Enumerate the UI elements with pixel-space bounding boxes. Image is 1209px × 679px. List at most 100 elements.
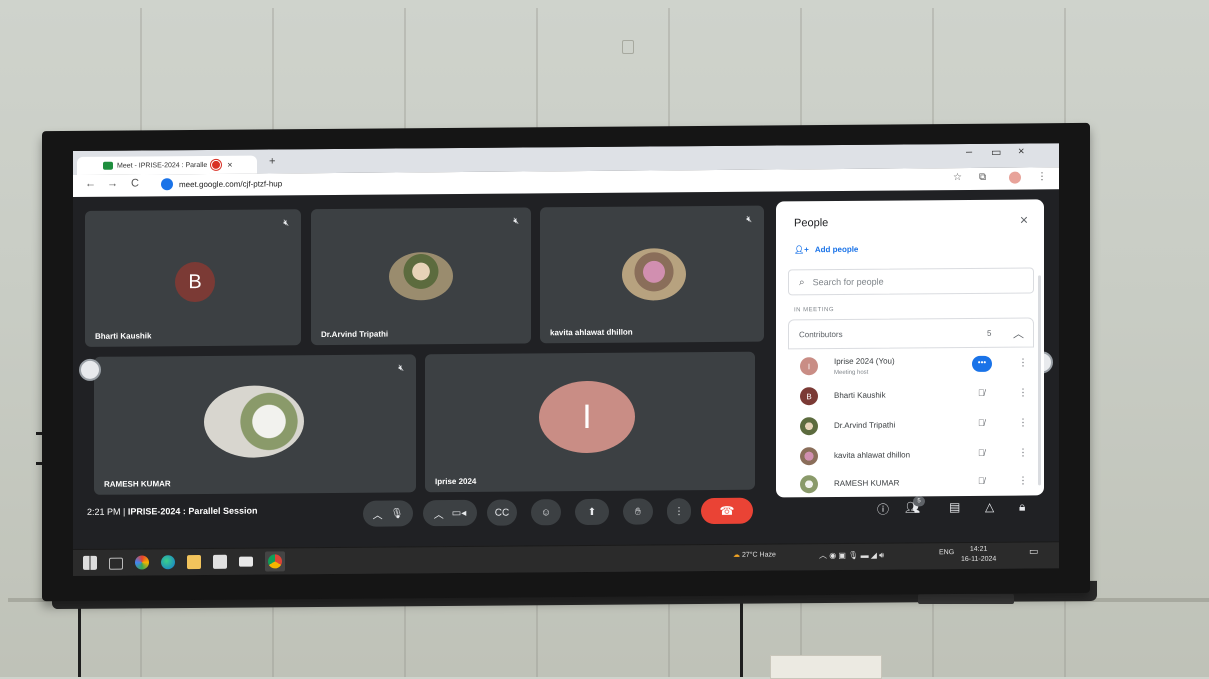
more-options-icon[interactable]: ⋮ <box>1018 387 1028 398</box>
tray-icons[interactable]: ︿ ◉ ▣ 🎙︎ ▬ ◢ 🔊︎ <box>819 550 884 562</box>
participant-row[interactable]: kavita ahlawat dhillon 🎙̸ ⋮ <box>788 439 1032 471</box>
more-options-icon[interactable]: ⋮ <box>1018 357 1028 368</box>
more-options-icon[interactable]: ⋮ <box>1018 475 1028 486</box>
notifications-icon[interactable]: ▭ <box>1029 546 1038 557</box>
microphone-icon: 🎙︎ <box>390 507 404 520</box>
present-button[interactable]: ⬆ <box>575 498 609 526</box>
participant-row[interactable]: Dr.Arvind Tripathi 🎙̸ ⋮ <box>788 409 1032 441</box>
lock-person-icon: 🔒︎ <box>1019 499 1026 514</box>
meeting-info: 2:21 PM | IPRISE-2024 : Parallel Session <box>87 506 257 517</box>
taskbar-clock[interactable]: 14:21 16-11-2024 <box>961 545 996 565</box>
participant-row-name: kavita ahlawat dhillon <box>834 450 911 461</box>
section-label: IN MEETING <box>794 307 835 314</box>
wall-hook <box>622 40 634 54</box>
participant-tile[interactable]: 🔇︎ B Bharti Kaushik <box>85 209 301 347</box>
url-text: meet.google.com/cjf-ptzf-hup <box>179 178 283 189</box>
mic-off-icon: 🔇︎ <box>746 213 752 224</box>
participant-tile[interactable]: 🔇︎ RAMESH KUMAR <box>94 354 416 495</box>
window-close-button[interactable]: × <box>1018 146 1024 158</box>
present-screen-icon: ⬆ <box>587 506 597 518</box>
group-count: 5 <box>987 328 992 338</box>
tab-meet[interactable]: Meet - IPRISE-2024 : Paralle × <box>77 155 257 175</box>
forward-button[interactable]: → <box>107 178 118 190</box>
meeting-time: 2:21 PM <box>87 506 121 517</box>
search-icon: ⌕ <box>799 276 805 288</box>
activities-button[interactable]: △ <box>985 500 994 514</box>
participant-avatar: B <box>800 387 818 406</box>
hand-icon: ✋︎ <box>635 506 641 518</box>
participant-role: Meeting host <box>834 369 869 377</box>
tv-screen: ⌄ Meet - IPRISE-2024 : Paralle × + – ▭ ×… <box>73 143 1059 577</box>
new-tab-button[interactable]: + <box>269 155 275 167</box>
camera-button[interactable]: ︿ ▭◂ <box>423 499 477 527</box>
video-camera-icon: ▭◂ <box>451 507 467 519</box>
participant-photo <box>204 385 304 458</box>
participant-row[interactable]: B Bharti Kaushik 🎙̸ ⋮ <box>788 379 1032 411</box>
colorful-app-icon[interactable] <box>135 555 149 570</box>
recording-indicator-icon <box>211 159 222 170</box>
participant-name: kavita ahlawat dhillon <box>550 327 633 338</box>
more-options-icon[interactable]: ⋮ <box>1018 417 1028 428</box>
participant-tile[interactable]: 🔇︎ kavita ahlawat dhillon <box>540 205 764 344</box>
chevron-up-icon[interactable]: ︿ <box>434 506 444 521</box>
mail-icon[interactable] <box>239 556 253 567</box>
reactions-button[interactable]: ☺ <box>531 499 561 526</box>
task-view-icon[interactable] <box>109 557 123 570</box>
restore-button[interactable]: ▭ <box>991 146 1001 159</box>
language-indicator[interactable]: ENG <box>939 549 954 556</box>
participant-tile[interactable]: I Iprise 2024 <box>425 351 755 493</box>
more-options-icon[interactable]: ⋮ <box>1018 447 1028 458</box>
meeting-separator: | <box>123 506 126 517</box>
edge-icon[interactable] <box>161 555 175 570</box>
people-panel: People × 👤︎+ Add people ⌕ Search for peo… <box>776 199 1044 498</box>
chevron-up-icon[interactable]: ︿ <box>373 506 383 521</box>
participant-tile[interactable]: 🔇︎ Dr.Arvind Tripathi <box>311 207 531 346</box>
meeting-details-button[interactable]: ⓘ <box>877 501 889 518</box>
raise-hand-button[interactable]: ✋︎ <box>623 498 653 525</box>
search-people-input[interactable]: ⌕ Search for people <box>788 267 1034 296</box>
tab-title: Meet - IPRISE-2024 : Paralle <box>117 161 208 170</box>
windows-start-icon[interactable] <box>83 555 97 570</box>
minimize-button[interactable]: – <box>966 146 972 158</box>
store-icon[interactable] <box>213 554 227 569</box>
extensions-icon[interactable]: ⧉ <box>979 172 986 183</box>
participant-name: Bharti Kaushik <box>95 331 152 341</box>
site-info-icon[interactable] <box>161 178 173 191</box>
people-button[interactable]: 5 👥︎ <box>905 496 925 514</box>
drag-handle-left[interactable] <box>79 358 101 381</box>
panel-close-button[interactable]: × <box>1020 211 1028 227</box>
activities-icon: △ <box>985 499 995 514</box>
reload-button[interactable]: C <box>131 177 139 189</box>
chevron-up-icon: ︿ <box>1013 328 1024 341</box>
chrome-taskbar-button[interactable] <box>265 551 285 572</box>
speaking-indicator-icon: ••• <box>972 355 992 372</box>
clock-time: 14:21 <box>969 545 988 553</box>
weather-widget[interactable]: ☁︎ 27°C Haze <box>733 550 776 558</box>
wall-switchboard <box>770 655 882 679</box>
host-controls-button[interactable]: 🔒︎ <box>1019 500 1025 515</box>
participant-row[interactable]: I Iprise 2024 (You) Meeting host ••• ⋮ <box>788 349 1032 381</box>
mic-off-icon: 🎙̸ <box>978 417 985 428</box>
contributors-group-header[interactable]: Contributors 5 ︿ <box>788 317 1034 350</box>
participant-photo <box>389 252 453 301</box>
bookmark-star-icon[interactable]: ☆ <box>953 172 962 183</box>
mic-button[interactable]: ︿ 🎙︎ <box>363 500 413 527</box>
avatar: I <box>539 380 635 454</box>
file-explorer-icon[interactable] <box>187 554 201 570</box>
captions-button[interactable]: CC <box>487 499 517 526</box>
avatar: B <box>175 261 215 303</box>
profile-avatar[interactable] <box>1009 171 1021 184</box>
back-button[interactable]: ← <box>85 178 96 190</box>
url-field[interactable]: meet.google.com/cjf-ptzf-hup <box>161 177 283 191</box>
browser-menu-icon[interactable]: ⋮ <box>1037 171 1047 182</box>
panel-scrollbar[interactable] <box>1038 275 1041 486</box>
leave-call-button[interactable]: ☎ <box>701 497 753 525</box>
more-options-button[interactable]: ⋮ <box>667 498 691 525</box>
add-people-button[interactable]: 👤︎+ Add people <box>794 245 858 255</box>
chat-button[interactable]: ▤ <box>949 500 960 514</box>
participant-avatar <box>800 417 818 436</box>
search-placeholder: Search for people <box>812 276 884 288</box>
tab-close-icon[interactable]: × <box>227 160 232 170</box>
meet-favicon-icon <box>103 161 113 170</box>
add-person-icon: 👤︎+ <box>794 245 809 255</box>
